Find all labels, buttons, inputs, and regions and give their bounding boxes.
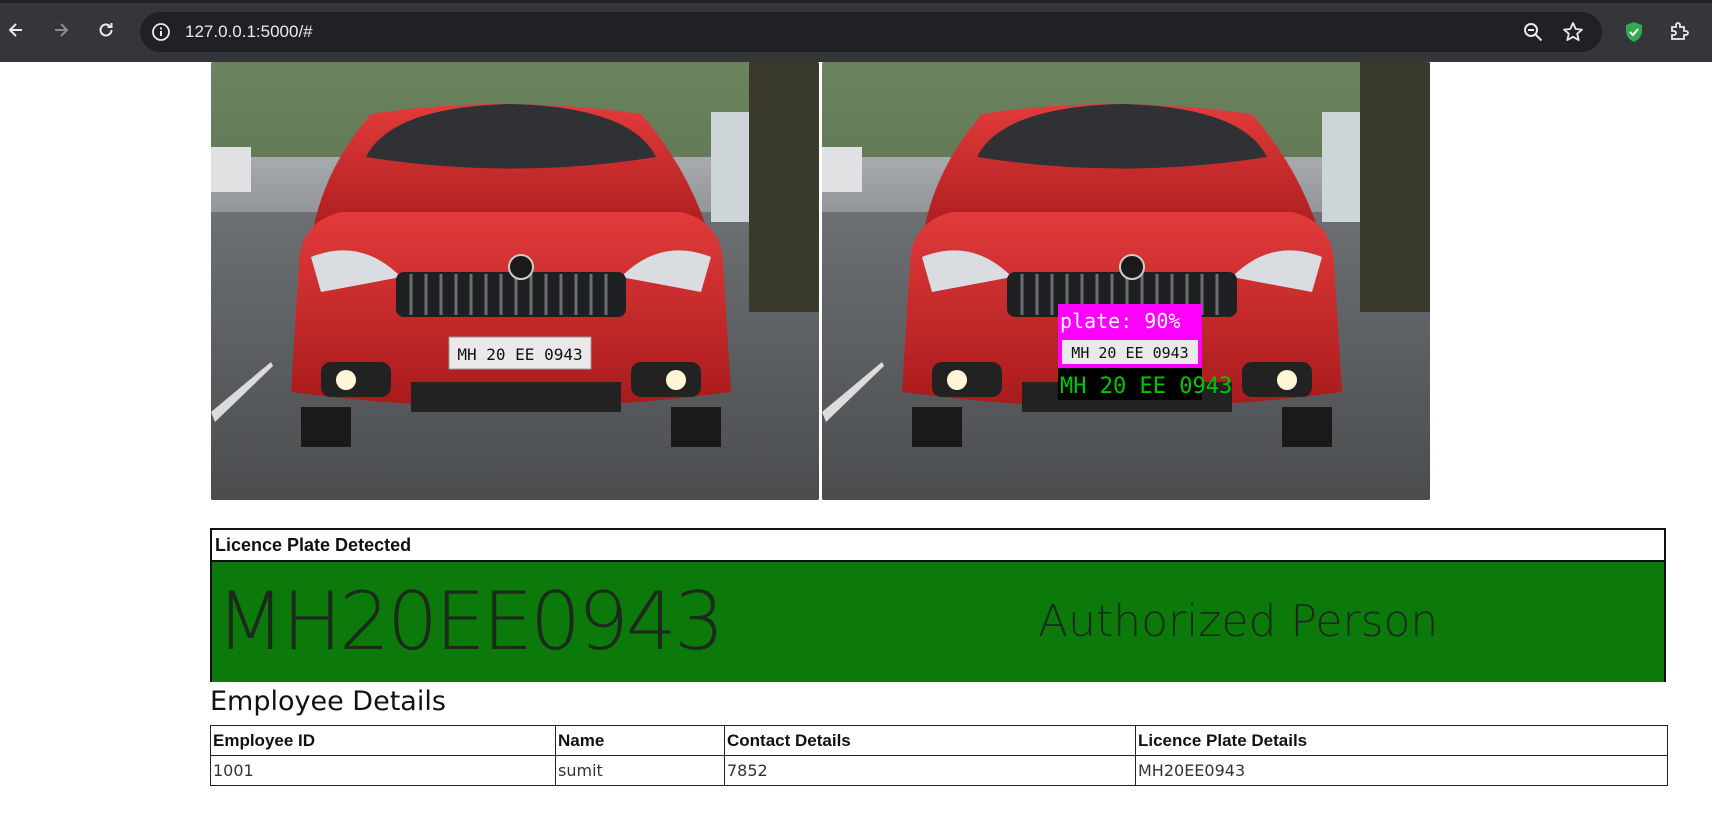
column-header-name: Name: [555, 725, 725, 756]
cell-licence-plate: MH20EE0943: [1135, 755, 1668, 786]
url-text[interactable]: 127.0.0.1:5000/#: [185, 22, 313, 42]
forward-button[interactable]: [47, 16, 75, 44]
extensions-puzzle-icon[interactable]: [1668, 19, 1692, 43]
detection-label: plate: 90%: [1060, 309, 1180, 333]
cell-name: sumit: [555, 755, 725, 786]
status-banner: MH20EE0943 Authorized Person: [212, 562, 1664, 682]
shield-extension-icon[interactable]: [1622, 20, 1646, 44]
ocr-result-text: MH 20 EE 0943: [1060, 374, 1232, 399]
site-info-icon[interactable]: [150, 21, 172, 43]
reload-icon: [99, 23, 113, 37]
car-photo-original: MH 20 EE 0943: [211, 62, 819, 500]
bookmark-star-icon[interactable]: [1562, 21, 1584, 43]
plate-panel-caption: Licence Plate Detected: [212, 530, 1664, 562]
forward-icon: [55, 23, 69, 37]
browser-toolbar: 127.0.0.1:5000/#: [0, 0, 1712, 62]
address-bar[interactable]: 127.0.0.1:5000/#: [140, 12, 1602, 52]
employee-details-title: Employee Details: [210, 686, 446, 717]
original-car-image: MH 20 EE 0943: [211, 62, 819, 500]
column-header-employee-id: Employee ID: [210, 725, 556, 756]
table-header-row: Employee ID Name Contact Details Licence…: [210, 725, 1668, 756]
plate-text-original: MH 20 EE 0943: [457, 345, 582, 364]
zoom-icon[interactable]: [1522, 21, 1544, 43]
back-icon: [8, 23, 22, 37]
authorization-status: Authorized Person: [1038, 596, 1439, 647]
detection-result-image: plate: 90% MH 20 EE 0943 MH 20 EE 0943: [822, 62, 1430, 500]
column-header-contact: Contact Details: [724, 725, 1136, 756]
back-button[interactable]: [2, 16, 30, 44]
plate-text-detected: MH 20 EE 0943: [1071, 344, 1188, 362]
tab-strip: [0, 0, 1712, 3]
column-header-licence-plate: Licence Plate Details: [1135, 725, 1668, 756]
car-photo-detected: plate: 90% MH 20 EE 0943 MH 20 EE 0943: [822, 62, 1430, 500]
cell-employee-id: 1001: [210, 755, 556, 786]
plate-detection-panel: Licence Plate Detected MH20EE0943 Author…: [210, 528, 1666, 682]
table-row: 1001 sumit 7852 MH20EE0943: [210, 755, 1668, 786]
detected-plate-number: MH20EE0943: [216, 575, 725, 668]
employee-details-table: Employee ID Name Contact Details Licence…: [210, 725, 1668, 786]
reload-button[interactable]: [92, 16, 120, 44]
cell-contact: 7852: [724, 755, 1136, 786]
